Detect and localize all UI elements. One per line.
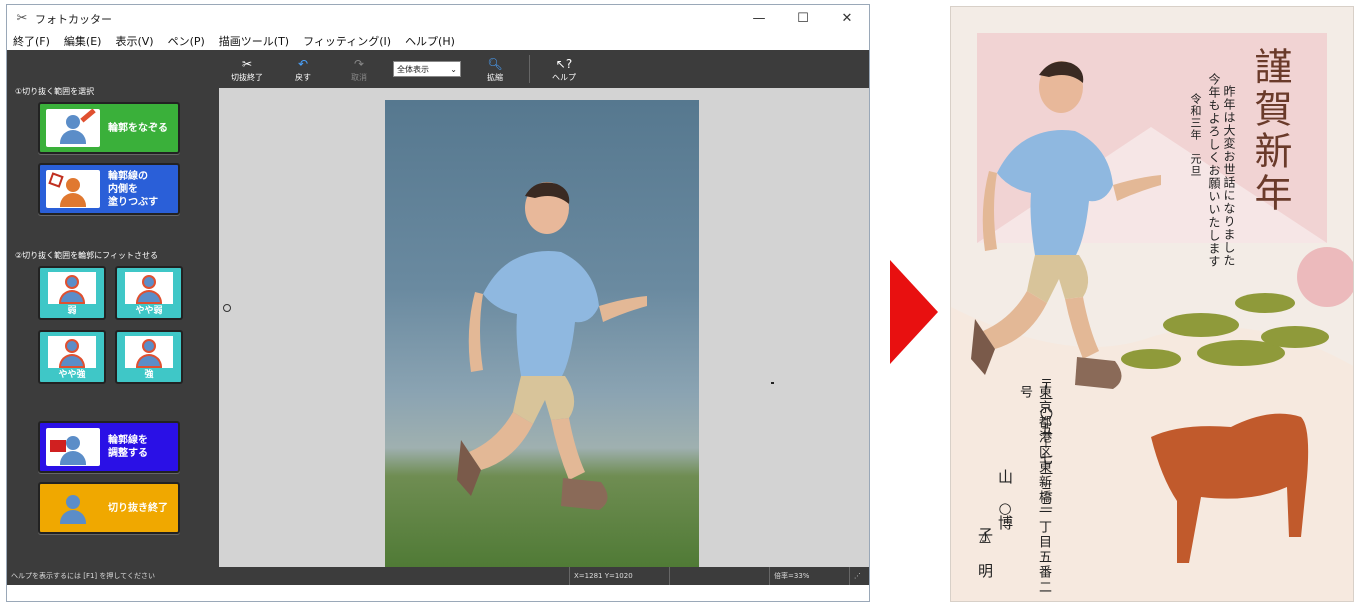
- help-tool-label: ヘルプ: [552, 72, 576, 82]
- fit-strong-icon: [125, 336, 173, 368]
- zoom-select[interactable]: 全体表示 ⌄: [393, 61, 461, 77]
- finish-person-icon: [46, 489, 100, 527]
- app-window: ✂ フォトカッター — ☐ ✕ 終了(F) 編集(E) 表示(V) ペン(P) …: [6, 4, 870, 602]
- menu-exit[interactable]: 終了(F): [13, 33, 50, 49]
- card-date: 令和三年 元旦: [1189, 93, 1202, 177]
- undo-tool[interactable]: ↶ 戻す: [275, 50, 331, 88]
- finish-cut-tool[interactable]: ✂ 切抜終了: [219, 50, 275, 88]
- finish-cut-label: 切り抜き終了: [108, 502, 168, 514]
- card-name1-mark: ○: [996, 499, 1014, 517]
- source-photo[interactable]: [385, 100, 699, 570]
- toolbar-divider: [529, 55, 530, 83]
- trace-outline-label: 輪郭をなぞる: [108, 122, 168, 134]
- adjust-person-icon: [46, 428, 100, 466]
- finish-cut-button[interactable]: 切り抜き終了: [38, 482, 180, 534]
- zoom-select-value: 全体表示: [397, 64, 429, 74]
- adjust-outline-label: 輪郭線を 調整する: [108, 435, 148, 459]
- status-bar: ヘルプを表示するには [F1] を押してください X=1281 Y=1020 倍…: [7, 567, 869, 585]
- help-tool[interactable]: ↖? ヘルプ: [536, 50, 592, 88]
- fill-inside-label: 輪郭線の 内側を 塗りつぶす: [108, 170, 159, 208]
- new-year-card: 謹賀新年 昨年は大変お世話になりました 今年もよろしくお願いいたします 令和三年…: [950, 6, 1354, 602]
- minimize-button[interactable]: —: [737, 5, 781, 32]
- red-arrow-icon: [890, 260, 938, 364]
- scissors-icon: ✂: [16, 11, 28, 26]
- canvas-dot: [771, 382, 774, 384]
- status-zoom: 倍率=33%: [769, 567, 849, 585]
- fill-inside-button[interactable]: 輪郭線の 内側を 塗りつぶす: [38, 163, 180, 215]
- card-message-line2: 今年もよろしくお願いいたします: [1207, 73, 1221, 268]
- fit-strong-label: 強: [144, 370, 154, 380]
- cursor-circle-icon: [223, 304, 231, 312]
- card-message-line1: 昨年は大変お世話になりました: [1222, 85, 1236, 267]
- window-title: フォトカッター: [35, 12, 112, 26]
- finish-cut-tool-label: 切抜終了: [231, 72, 263, 82]
- help-cursor-icon: ↖?: [555, 56, 573, 71]
- section1-label: ①切り抜く範囲を選択: [15, 87, 95, 96]
- card-greeting: 謹賀新年: [1248, 47, 1292, 215]
- menu-bar: 終了(F) 編集(E) 表示(V) ペン(P) 描画ツール(T) フィッティング…: [7, 32, 869, 50]
- undo-icon: ↶: [297, 56, 309, 71]
- fit-slightly-weak-icon: [125, 272, 173, 304]
- app-body: ①切り抜く範囲を選択 輪郭をなぞる 輪郭線の 内側を 塗りつぶす ②切り抜く範囲…: [7, 50, 869, 585]
- fit-weak-label: 弱: [67, 306, 77, 316]
- fit-slightly-strong-label: やや強: [58, 370, 86, 380]
- fit-weak-button[interactable]: 弱: [38, 266, 106, 320]
- card-name2-mark: △: [976, 527, 994, 545]
- fill-person-icon: [46, 170, 100, 208]
- running-boy-image: [457, 182, 647, 510]
- zoom-tool-label: 拡縮: [487, 72, 503, 82]
- card-address: 東京都港区東新橋一丁目五番二号: [1017, 385, 1051, 595]
- fit-slightly-strong-icon: [48, 336, 96, 368]
- toolbar: ✂ 切抜終了 ↶ 戻す ↷ 取消 全体表示 ⌄ 🔍︎ 拡縮 ↖? ヘルプ: [219, 50, 869, 88]
- menu-help[interactable]: ヘルプ(H): [405, 33, 455, 49]
- cut-person-icon: ✂: [241, 56, 253, 71]
- resize-grip-icon[interactable]: ⋰: [849, 567, 869, 585]
- status-coords: X=1281 Y=1020: [569, 567, 669, 585]
- menu-fitting[interactable]: フィッティング(I): [303, 33, 391, 49]
- menu-edit[interactable]: 編集(E): [64, 33, 102, 49]
- maximize-button[interactable]: ☐: [781, 5, 825, 32]
- menu-view[interactable]: 表示(V): [115, 33, 153, 49]
- close-button[interactable]: ✕: [825, 5, 869, 32]
- redo-icon: ↷: [353, 56, 365, 71]
- chevron-down-icon: ⌄: [450, 64, 457, 74]
- menu-draw-tools[interactable]: 描画ツール(T): [219, 33, 289, 49]
- fit-weak-icon: [48, 272, 96, 304]
- fit-slightly-weak-button[interactable]: やや弱: [115, 266, 183, 320]
- cancel-tool[interactable]: ↷ 取消: [331, 50, 387, 88]
- zoom-tool[interactable]: 🔍︎ 拡縮: [467, 50, 523, 88]
- left-panel: ①切り抜く範囲を選択 輪郭をなぞる 輪郭線の 内側を 塗りつぶす ②切り抜く範囲…: [7, 50, 219, 585]
- status-empty: [669, 567, 769, 585]
- undo-tool-label: 戻す: [295, 72, 311, 82]
- section2-label: ②切り抜く範囲を輪郭にフィットさせる: [15, 251, 159, 260]
- canvas-area[interactable]: [219, 88, 869, 585]
- trace-person-icon: [46, 109, 100, 147]
- fit-slightly-weak-label: やや弱: [135, 306, 163, 316]
- cancel-tool-label: 取消: [351, 72, 367, 82]
- fit-strong-button[interactable]: 強: [115, 330, 183, 384]
- menu-pen[interactable]: ペン(P): [168, 33, 205, 49]
- adjust-outline-button[interactable]: 輪郭線を 調整する: [38, 421, 180, 473]
- status-hint: ヘルプを表示するには [F1] を押してください: [11, 572, 155, 580]
- fit-slightly-strong-button[interactable]: やや強: [38, 330, 106, 384]
- title-bar: ✂ フォトカッター — ☐ ✕: [7, 5, 869, 32]
- magnifier-icon: 🔍︎: [487, 56, 503, 71]
- trace-outline-button[interactable]: 輪郭をなぞる: [38, 102, 180, 154]
